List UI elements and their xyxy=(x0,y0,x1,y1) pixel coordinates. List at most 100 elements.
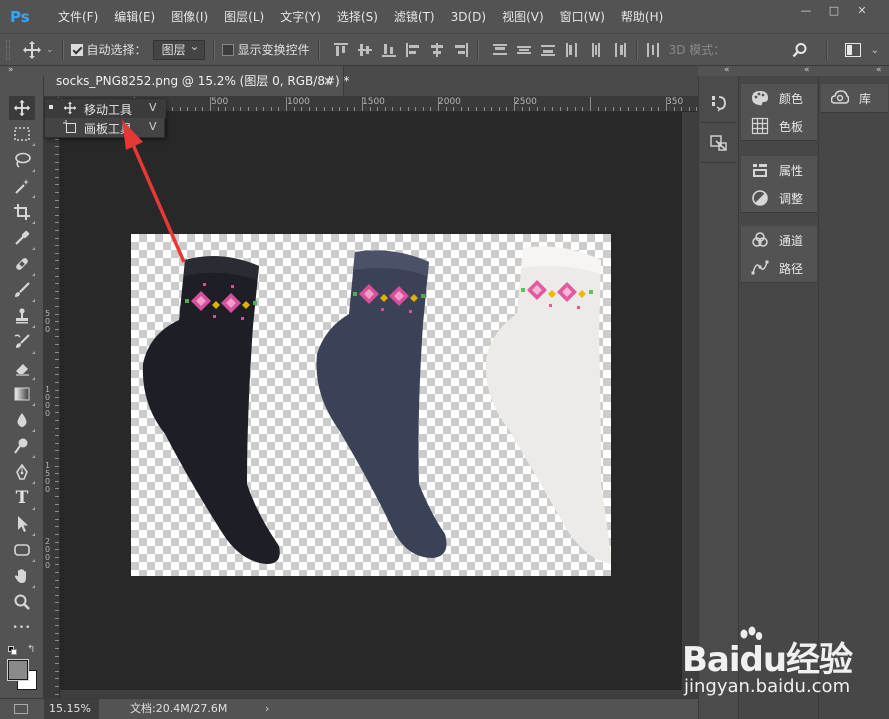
panel-libraries[interactable]: 库 xyxy=(821,84,888,112)
tool-marquee[interactable] xyxy=(9,122,35,146)
menu-file[interactable]: 文件(F) xyxy=(50,6,106,28)
align-hcenter-icon[interactable] xyxy=(429,42,445,58)
ruler-tick xyxy=(567,107,569,111)
tool-clone-stamp[interactable] xyxy=(9,304,35,328)
menu-window[interactable]: 窗口(W) xyxy=(552,6,613,28)
ruler-tick xyxy=(316,107,318,111)
collapse-dock2-icon[interactable]: « xyxy=(804,66,810,75)
ruler-tick xyxy=(278,107,280,111)
restore-button[interactable]: □ xyxy=(825,4,843,18)
auto-select-checkbox[interactable] xyxy=(70,43,83,56)
menu-select[interactable]: 选择(S) xyxy=(329,6,386,28)
tool-hand[interactable] xyxy=(9,564,35,588)
flyout-item-move[interactable]: 移动工具 V xyxy=(45,99,166,118)
tools-panel: T ••• ↰ xyxy=(0,76,44,719)
pen-icon xyxy=(16,463,28,480)
tool-pen[interactable] xyxy=(9,460,35,484)
distribute-hcenter-icon[interactable] xyxy=(588,42,604,58)
move-tool-preset-icon[interactable] xyxy=(22,40,42,60)
default-colors-icon[interactable] xyxy=(8,646,18,656)
distribute-group xyxy=(492,42,628,58)
tool-crop[interactable] xyxy=(9,200,35,224)
menu-help[interactable]: 帮助(H) xyxy=(613,6,671,28)
tool-gradient[interactable] xyxy=(9,382,35,406)
preset-caret-icon[interactable]: ⌄ xyxy=(46,45,54,55)
tool-shape[interactable] xyxy=(9,538,35,562)
close-button[interactable]: ✕ xyxy=(853,4,871,18)
collapse-tools-icon[interactable]: » xyxy=(8,66,14,75)
tool-type[interactable]: T xyxy=(9,486,35,510)
panel-label: 路径 xyxy=(779,261,804,276)
menu-type[interactable]: 文字(Y) xyxy=(272,6,329,28)
tool-eyedropper[interactable] xyxy=(9,226,35,250)
tool-lasso[interactable] xyxy=(9,148,35,172)
ruler-tick xyxy=(415,107,417,111)
menu-filter[interactable]: 滤镜(T) xyxy=(386,6,443,28)
ruler-tick xyxy=(55,146,59,148)
menu-view[interactable]: 视图(V) xyxy=(494,6,552,28)
ruler-tick xyxy=(286,97,287,111)
tool-blur[interactable] xyxy=(9,408,35,432)
swap-colors-icon[interactable]: ↰ xyxy=(27,644,35,655)
vertical-ruler[interactable]: 5 0 0 1 0 0 0 1 5 0 0 2 0 0 0 xyxy=(44,112,60,698)
menu-image[interactable]: 图像(I) xyxy=(163,6,216,28)
status-bar-icon[interactable] xyxy=(14,704,28,714)
panel-properties[interactable]: 属性 xyxy=(741,156,817,184)
tool-brush[interactable] xyxy=(9,278,35,302)
menu-layer[interactable]: 图层(L) xyxy=(216,6,272,28)
ruler-tick xyxy=(55,435,59,437)
ruler-tick xyxy=(362,97,363,111)
menu-edit[interactable]: 编辑(E) xyxy=(106,6,163,28)
foreground-color-swatch[interactable] xyxy=(8,660,28,680)
panel-paths[interactable]: 路径 xyxy=(741,254,817,282)
collapse-dock1-icon[interactable]: « xyxy=(724,66,730,75)
tool-move[interactable] xyxy=(9,96,35,120)
tool-zoom[interactable] xyxy=(9,590,35,614)
panel-channels[interactable]: 通道 xyxy=(741,226,817,254)
align-top-icon[interactable] xyxy=(333,42,349,58)
show-transform-checkbox[interactable] xyxy=(221,43,234,56)
minimize-button[interactable]: — xyxy=(797,4,815,18)
panel-adjustments[interactable]: 调整 xyxy=(741,184,817,212)
tool-more[interactable]: ••• xyxy=(9,616,35,640)
options-grip[interactable] xyxy=(6,39,10,60)
menu-3d[interactable]: 3D(D) xyxy=(443,6,494,28)
ruler-tick xyxy=(55,678,59,680)
vertical-scrollbar[interactable] xyxy=(682,112,698,698)
distribute-left-icon[interactable] xyxy=(564,42,580,58)
panel-color[interactable]: 颜色 xyxy=(741,84,817,112)
tool-eraser[interactable] xyxy=(9,356,35,380)
collapse-dock3-icon[interactable]: « xyxy=(876,66,882,75)
horizontal-scrollbar[interactable] xyxy=(60,690,698,698)
ruler-tick xyxy=(476,107,477,111)
distribute-bottom-icon[interactable] xyxy=(540,42,556,58)
auto-select-dropdown[interactable]: 图层 xyxy=(152,37,205,60)
align-left-icon[interactable] xyxy=(405,42,421,58)
flyout-item-artboard[interactable]: 画板工具 V xyxy=(45,118,166,137)
distribute-right-icon[interactable] xyxy=(612,42,628,58)
ruler-tick xyxy=(55,245,59,247)
document-tab[interactable]: socks_PNG8252.png @ 15.2% (图层 0, RGB/8#)… xyxy=(44,66,350,96)
zoom-field[interactable]: 15.15% xyxy=(44,699,99,719)
tool-healing[interactable] xyxy=(9,252,35,276)
navigator-icon[interactable] xyxy=(710,134,728,152)
workspace-caret-icon[interactable]: ⌄ xyxy=(871,45,879,56)
align-vcenter-icon[interactable] xyxy=(357,42,373,58)
ruler-tick xyxy=(445,107,447,111)
tool-path-selection[interactable] xyxy=(9,512,35,536)
align-bottom-icon[interactable] xyxy=(381,42,397,58)
workspace-icon[interactable] xyxy=(844,43,861,57)
distribute-top-icon[interactable] xyxy=(492,42,508,58)
status-arrow-icon[interactable]: › xyxy=(265,699,269,719)
distribute-vcenter-icon[interactable] xyxy=(516,42,532,58)
tool-dodge[interactable] xyxy=(9,434,35,458)
tool-magic-wand[interactable] xyxy=(9,174,35,198)
panel-swatches[interactable]: 色板 xyxy=(741,112,817,140)
document-canvas[interactable] xyxy=(131,234,611,576)
close-tab-icon[interactable]: × xyxy=(323,66,333,96)
history-icon[interactable] xyxy=(710,94,728,112)
tool-history-brush[interactable] xyxy=(9,330,35,354)
align-right-icon[interactable] xyxy=(453,42,469,58)
search-icon[interactable] xyxy=(792,42,808,58)
auto-align-icon[interactable] xyxy=(645,42,661,58)
